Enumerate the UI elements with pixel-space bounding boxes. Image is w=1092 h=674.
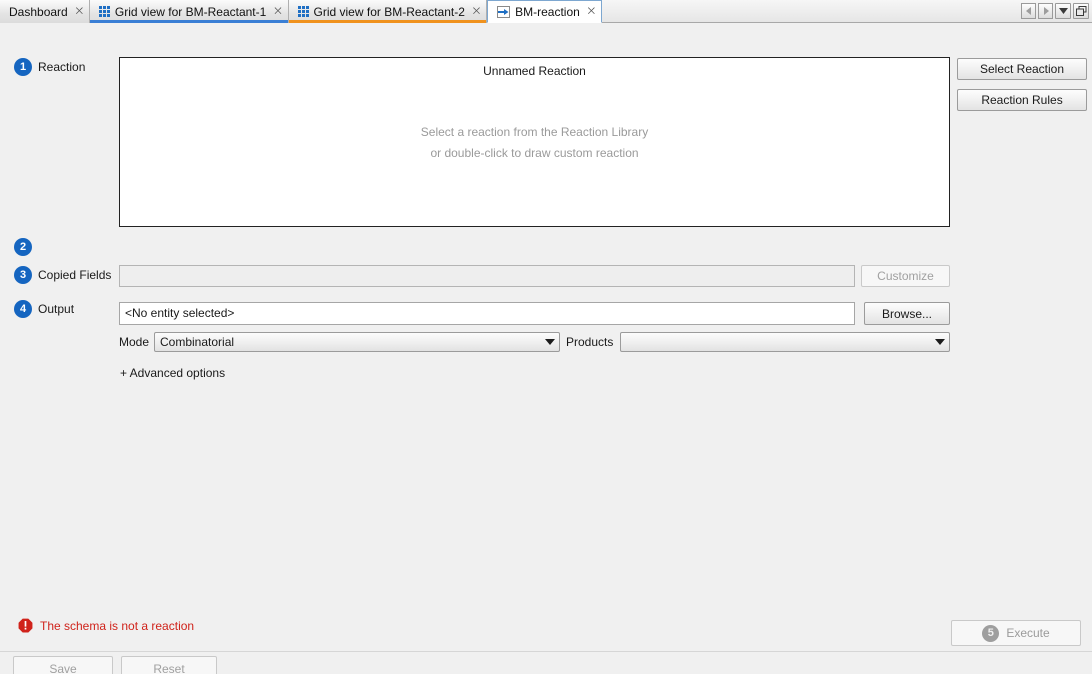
error-message-text: The schema is not a reaction: [40, 618, 195, 633]
tab-close-icon[interactable]: ⨉: [76, 7, 83, 16]
tab-close-icon[interactable]: ⨉: [274, 7, 281, 16]
status-message: The schema is not a reaction: [18, 618, 194, 633]
products-select[interactable]: [620, 332, 950, 352]
products-label: Products: [566, 335, 614, 349]
step-badge-3: 3: [14, 266, 32, 284]
step-label-output: Output: [38, 302, 75, 316]
browse-button[interactable]: Browse...: [864, 302, 950, 325]
tab-label: Grid view for BM-Reactant-1: [114, 4, 267, 19]
mode-selected-value: Combinatorial: [160, 336, 235, 348]
tab-bar-controls: [1021, 0, 1092, 22]
tab-close-icon[interactable]: ⨉: [588, 7, 595, 16]
step-badge-4: 4: [14, 300, 32, 318]
reaction-hint-line-1: Select a reaction from the Reaction Libr…: [420, 125, 649, 139]
scroll-tabs-left-button[interactable]: [1021, 3, 1036, 19]
tab-dashboard[interactable]: Dashboard ⨉: [0, 0, 90, 23]
chevron-down-icon: [545, 339, 555, 345]
reaction-hint-line-2: or double-click to draw custom reaction: [430, 146, 639, 160]
scroll-tabs-right-button[interactable]: [1038, 3, 1053, 19]
reset-button[interactable]: Reset: [121, 656, 217, 674]
select-reaction-button[interactable]: Select Reaction: [957, 58, 1087, 80]
reaction-hint: Select a reaction from the Reaction Libr…: [120, 122, 949, 164]
customize-button[interactable]: Customize: [861, 265, 950, 287]
reaction-arrow-icon: [497, 5, 511, 18]
output-entity-input[interactable]: <No entity selected>: [119, 302, 855, 325]
tab-grid-view-bm-reactant-1[interactable]: Grid view for BM-Reactant-1 ⨉: [89, 0, 289, 23]
reaction-editor-panel: 1 Reaction 2 3 Copied Fields 4 Output Un…: [0, 23, 1092, 674]
reaction-rules-button[interactable]: Reaction Rules: [957, 89, 1087, 111]
save-button[interactable]: Save: [13, 656, 113, 674]
execute-button[interactable]: 5 Execute: [951, 620, 1081, 646]
grid-icon: [98, 6, 110, 17]
step-badge-2: 2: [14, 238, 32, 256]
execute-step-badge: 5: [982, 624, 1000, 642]
tab-label: Dashboard: [9, 4, 68, 19]
mode-select[interactable]: Combinatorial: [154, 332, 560, 352]
tab-bar-spacer: [602, 0, 1021, 22]
execute-button-label: Execute: [1006, 626, 1050, 640]
advanced-options-toggle[interactable]: + Advanced options: [120, 366, 225, 380]
chevron-down-icon: [935, 339, 945, 345]
tab-label: BM-reaction: [515, 4, 580, 19]
step-label-copied-fields: Copied Fields: [38, 268, 112, 282]
mode-label: Mode: [119, 335, 150, 349]
copied-fields-input[interactable]: [119, 265, 855, 287]
reaction-title: Unnamed Reaction: [483, 64, 586, 78]
reaction-canvas[interactable]: Unnamed Reaction Select a reaction from …: [119, 57, 950, 227]
restore-window-button[interactable]: [1073, 3, 1089, 19]
tab-label: Grid view for BM-Reactant-2: [313, 4, 465, 19]
tab-bar: Dashboard ⨉ Grid view for BM-Reactant-1 …: [0, 0, 1092, 23]
tab-list-dropdown-button[interactable]: [1055, 3, 1071, 19]
step-label-reaction: Reaction: [38, 60, 86, 74]
tab-close-icon[interactable]: ⨉: [473, 7, 480, 16]
tab-grid-view-bm-reactant-2[interactable]: Grid view for BM-Reactant-2 ⨉: [288, 0, 488, 23]
tab-bm-reaction[interactable]: BM-reaction ⨉: [487, 0, 602, 23]
error-icon: [18, 618, 33, 633]
grid-icon: [297, 6, 309, 17]
step-badge-1: 1: [14, 58, 32, 76]
footer-divider: [0, 651, 1092, 652]
